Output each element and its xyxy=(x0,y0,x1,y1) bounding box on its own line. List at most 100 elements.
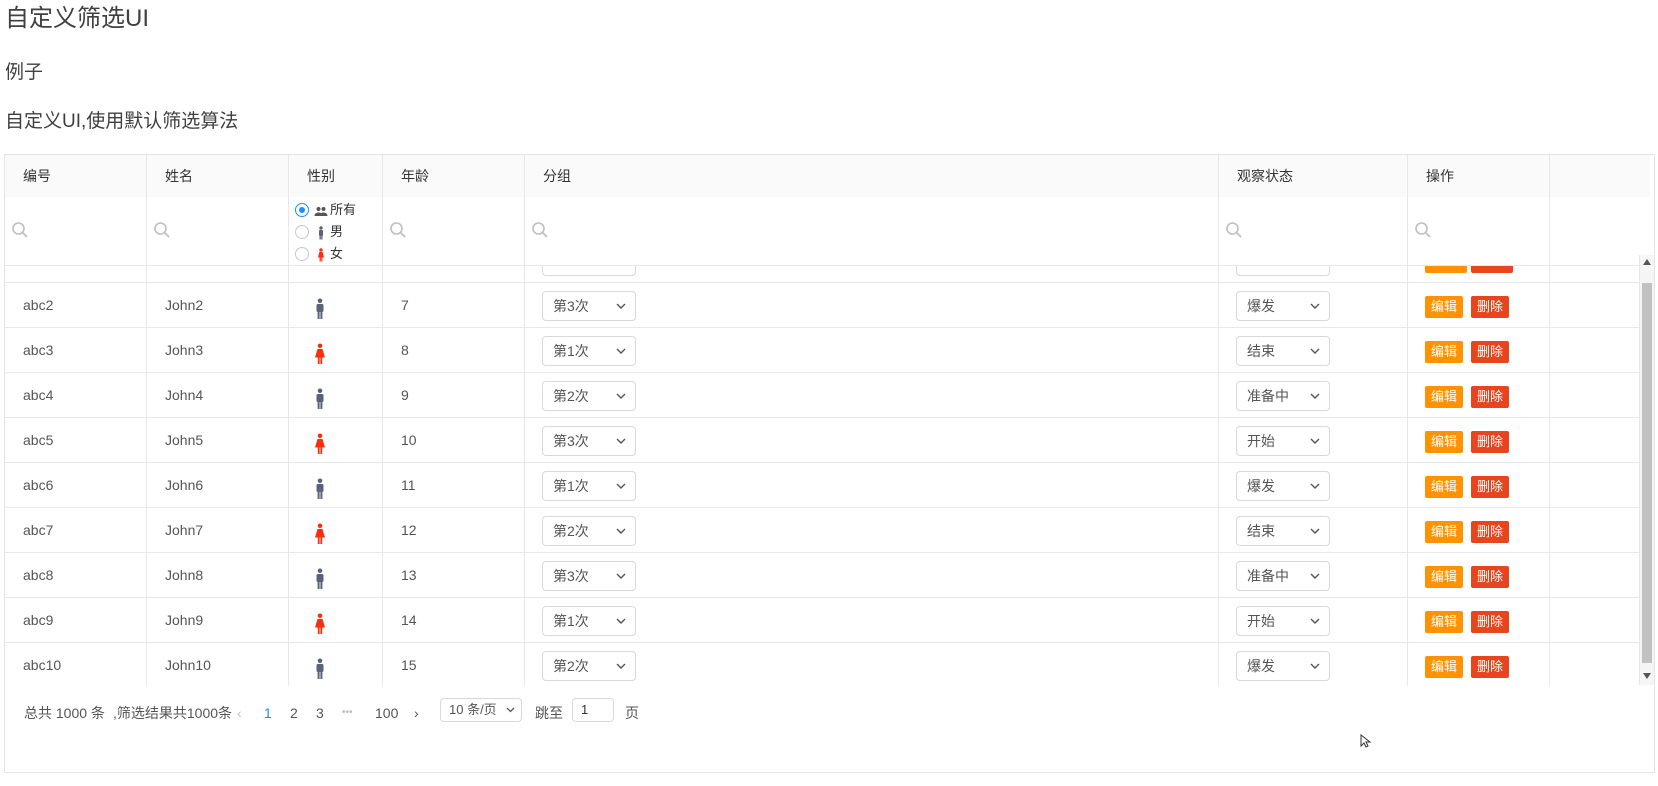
edit-button[interactable]: 编辑 xyxy=(1425,656,1464,678)
group-select[interactable]: 第1次 xyxy=(542,336,636,366)
edit-button[interactable]: 编辑 xyxy=(1425,611,1464,633)
radio-female[interactable]: 女 xyxy=(295,243,356,265)
prev-page-icon[interactable]: ‹ xyxy=(237,701,242,725)
group-select[interactable]: 第2次 xyxy=(542,651,636,681)
search-icon[interactable] xyxy=(153,221,171,239)
edit-button[interactable]: 编辑 xyxy=(1425,341,1464,363)
group-select[interactable]: 第3次 xyxy=(542,561,636,591)
cell-name: John2 xyxy=(147,283,289,327)
scroll-down-icon[interactable] xyxy=(1643,673,1651,679)
group-select[interactable]: 第2次 xyxy=(542,516,636,546)
search-icon[interactable] xyxy=(531,221,549,239)
status-select[interactable]: 准备中 xyxy=(1236,381,1330,411)
column-header-gender[interactable]: 性别 xyxy=(289,155,383,197)
search-icon[interactable] xyxy=(11,221,29,239)
page-size-select[interactable]: 10 条/页 xyxy=(440,698,522,722)
delete-button[interactable] xyxy=(1471,266,1513,273)
page-1[interactable]: 1 xyxy=(264,701,272,725)
jump-page-input[interactable]: 1 xyxy=(572,698,614,722)
status-select[interactable] xyxy=(1236,266,1330,276)
delete-button[interactable]: 删除 xyxy=(1471,521,1510,543)
cell-group: 第3次 xyxy=(525,418,1219,462)
group-select[interactable] xyxy=(542,266,636,276)
cell-id: abc2 xyxy=(5,283,147,327)
delete-button[interactable]: 删除 xyxy=(1471,296,1510,318)
radio-all[interactable]: 所有 xyxy=(295,199,356,221)
cell-gender xyxy=(289,373,383,417)
group-select[interactable]: 第3次 xyxy=(542,291,636,321)
delete-button[interactable]: 删除 xyxy=(1471,431,1510,453)
scroll-up-icon[interactable] xyxy=(1643,259,1651,265)
search-icon[interactable] xyxy=(1225,221,1243,239)
page-ellipsis[interactable]: ••• xyxy=(342,701,353,725)
page-3[interactable]: 3 xyxy=(316,701,324,725)
cell-status: 开始 xyxy=(1219,598,1408,642)
group-select[interactable]: 第2次 xyxy=(542,381,636,411)
radio-button-checked[interactable] xyxy=(295,203,309,217)
status-select[interactable]: 结束 xyxy=(1236,516,1330,546)
cell-id: abc9 xyxy=(5,598,147,642)
status-select[interactable]: 准备中 xyxy=(1236,561,1330,591)
cell-status: 爆发 xyxy=(1219,283,1408,327)
scrollbar-thumb[interactable] xyxy=(1642,283,1652,663)
status-select[interactable]: 开始 xyxy=(1236,426,1330,456)
column-header-group[interactable]: 分组 xyxy=(525,155,1219,197)
cell-gender xyxy=(289,508,383,552)
edit-button[interactable]: 编辑 xyxy=(1425,476,1464,498)
delete-button[interactable]: 删除 xyxy=(1471,656,1510,678)
edit-button[interactable]: 编辑 xyxy=(1425,566,1464,588)
status-select[interactable]: 爆发 xyxy=(1236,471,1330,501)
status-select[interactable]: 开始 xyxy=(1236,606,1330,636)
page-suffix: 页 xyxy=(625,705,639,721)
status-select[interactable]: 爆发 xyxy=(1236,651,1330,681)
filter-cell-age xyxy=(383,197,525,265)
column-header-age[interactable]: 年龄 xyxy=(383,155,525,197)
cell-actions: 编辑 删除 xyxy=(1408,508,1550,552)
female-icon xyxy=(314,247,328,262)
edit-button[interactable]: 编辑 xyxy=(1425,521,1464,543)
page-last[interactable]: 100 xyxy=(375,701,398,725)
cell-id: abc4 xyxy=(5,373,147,417)
cell-id: abc6 xyxy=(5,463,147,507)
chevron-down-icon xyxy=(1309,382,1321,410)
status-select-value: 结束 xyxy=(1247,523,1275,539)
female-icon xyxy=(313,338,327,364)
delete-button[interactable]: 删除 xyxy=(1471,611,1510,633)
radio-button[interactable] xyxy=(295,247,309,261)
group-select[interactable]: 第1次 xyxy=(542,471,636,501)
group-select[interactable]: 第1次 xyxy=(542,606,636,636)
edit-button[interactable]: 编辑 xyxy=(1425,296,1464,318)
edit-button[interactable]: 编辑 xyxy=(1425,431,1464,453)
cell-name: John8 xyxy=(147,553,289,597)
status-select[interactable]: 爆发 xyxy=(1236,291,1330,321)
group-select[interactable]: 第3次 xyxy=(542,426,636,456)
cell-age: 11 xyxy=(383,463,525,507)
delete-button[interactable]: 删除 xyxy=(1471,476,1510,498)
status-select-value: 爆发 xyxy=(1247,478,1275,494)
mouse-cursor-icon xyxy=(1360,733,1372,748)
cell-status: 准备中 xyxy=(1219,373,1408,417)
delete-button[interactable]: 删除 xyxy=(1471,386,1510,408)
search-icon[interactable] xyxy=(389,221,407,239)
edit-button[interactable] xyxy=(1425,266,1467,273)
status-select[interactable]: 结束 xyxy=(1236,336,1330,366)
column-header-id[interactable]: 编号 xyxy=(5,155,147,197)
vertical-scrollbar[interactable] xyxy=(1639,255,1654,685)
cell-actions: 编辑 删除 xyxy=(1408,598,1550,642)
radio-male[interactable]: 男 xyxy=(295,221,356,243)
cell-gender xyxy=(289,463,383,507)
page-2[interactable]: 2 xyxy=(290,701,298,725)
cell-name: John7 xyxy=(147,508,289,552)
radio-button[interactable] xyxy=(295,225,309,239)
cell-actions: 编辑 删除 xyxy=(1408,553,1550,597)
data-table: 编号 姓名 性别 年龄 分组 观察状态 操作 所有 男 女 abc2 John2… xyxy=(4,154,1655,773)
delete-button[interactable]: 删除 xyxy=(1471,566,1510,588)
search-icon[interactable] xyxy=(1414,221,1432,239)
column-header-name[interactable]: 姓名 xyxy=(147,155,289,197)
cell-group: 第3次 xyxy=(525,283,1219,327)
filter-cell-actions xyxy=(1408,197,1550,265)
edit-button[interactable]: 编辑 xyxy=(1425,386,1464,408)
column-header-status[interactable]: 观察状态 xyxy=(1219,155,1408,197)
delete-button[interactable]: 删除 xyxy=(1471,341,1510,363)
next-page-icon[interactable]: › xyxy=(414,701,419,725)
